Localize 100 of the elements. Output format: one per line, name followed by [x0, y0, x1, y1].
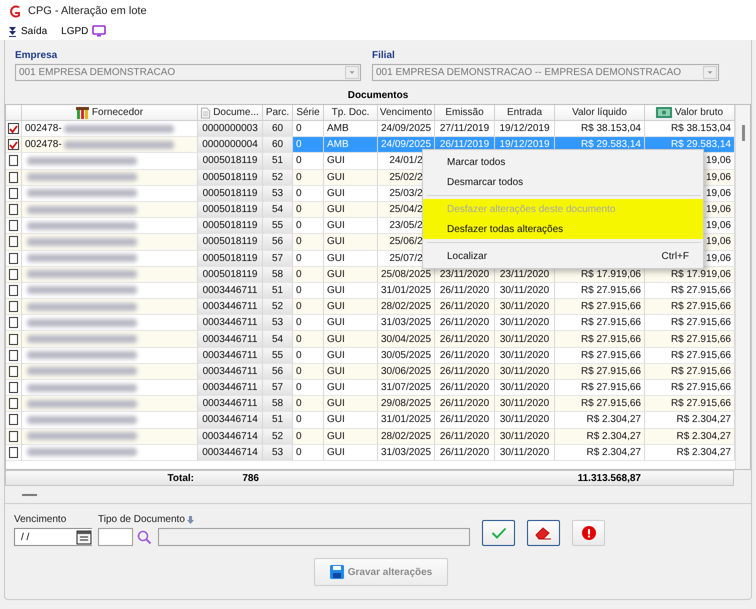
column-header[interactable]: Série	[293, 105, 324, 120]
doc-type-cell: GUI	[324, 444, 378, 461]
document-cell: 0003446711	[198, 331, 263, 348]
field-label: Vencimento	[14, 514, 68, 525]
column-header[interactable]: Fornecedor	[22, 105, 198, 120]
supplier-code: 002478-	[25, 139, 62, 150]
row-checkbox[interactable]	[9, 414, 18, 426]
document-cell: 0005018119	[198, 202, 263, 218]
due-date-field[interactable]: / /	[14, 528, 92, 546]
field-label: Filial	[372, 50, 396, 61]
row-checkbox[interactable]	[9, 252, 18, 264]
column-header[interactable]: Docume...	[198, 105, 263, 120]
doc-type-field[interactable]	[98, 528, 133, 546]
column-header[interactable]: Valor líquido	[555, 105, 645, 120]
row-checkbox[interactable]	[9, 268, 18, 280]
document-cell: 0005018119	[198, 266, 263, 283]
installment-cell: 53	[263, 186, 293, 202]
installment-cell: 58	[263, 396, 293, 412]
column-header[interactable]: Valor bruto	[645, 105, 735, 120]
document-cell: 0003446711	[198, 348, 263, 364]
installment-cell: 51	[263, 412, 293, 429]
installment-cell: 54	[263, 202, 293, 218]
document-cell: 0003446711	[198, 315, 263, 332]
doc-type-cell: AMB	[324, 137, 378, 154]
splitter-handle[interactable]	[22, 494, 37, 496]
document-cell: 0005018119	[198, 153, 263, 170]
calendar-icon	[76, 529, 92, 545]
document-cell: 0005018119	[198, 234, 263, 250]
row-checkbox[interactable]	[9, 284, 18, 296]
column-header[interactable]: Emissão	[435, 105, 495, 120]
document-cell: 0000000003	[198, 121, 263, 138]
eraser-icon	[534, 526, 552, 540]
row-checkbox[interactable]	[9, 172, 18, 183]
installment-cell: 57	[263, 250, 293, 267]
document-cell: 0003446714	[198, 428, 263, 445]
document-cell: 0005018119	[198, 186, 263, 202]
due-date-cell: 24/09/2025	[378, 137, 435, 154]
column-header[interactable]: Parc.	[263, 105, 293, 120]
lgpd-button[interactable]: LGPD	[61, 25, 106, 37]
row-checkbox[interactable]	[9, 204, 18, 216]
row-checkbox[interactable]	[9, 334, 18, 345]
document-cell: 0003446714	[198, 412, 263, 429]
due-date-cell: 31/03/2025	[378, 444, 435, 461]
row-checkbox[interactable]	[9, 430, 18, 442]
installment-cell: 60	[263, 121, 293, 138]
app-logo-icon	[8, 4, 22, 18]
installment-cell: 52	[263, 428, 293, 445]
series-cell: 0	[293, 444, 324, 461]
installment-cell: 51	[263, 153, 293, 170]
row-checkbox[interactable]	[9, 398, 18, 410]
document-cell: 0003446714	[198, 444, 263, 461]
row-checkbox[interactable]	[9, 382, 18, 394]
row-checkbox[interactable]	[9, 317, 18, 328]
clear-button[interactable]	[527, 520, 560, 546]
column-header[interactable]: Tp. Doc.	[324, 105, 378, 120]
row-checkbox[interactable]	[8, 123, 19, 134]
field-label: Empresa	[15, 50, 58, 61]
column-header[interactable]: Vencimento	[378, 105, 435, 120]
installment-cell: 58	[263, 266, 293, 283]
issue-date-cell: 26/11/2020	[435, 444, 495, 461]
row-checkbox[interactable]	[9, 220, 18, 232]
row-checkbox[interactable]	[9, 366, 18, 377]
columns-icon	[76, 106, 89, 118]
error-button[interactable]	[572, 520, 605, 546]
installment-cell: 51	[263, 282, 293, 300]
row-checkbox[interactable]	[9, 301, 18, 312]
row-checkbox[interactable]	[8, 139, 19, 150]
installment-cell: 57	[263, 380, 293, 396]
document-cell: 0003446711	[198, 380, 263, 396]
document-cell: 0005018119	[198, 170, 263, 186]
double-arrow-down-icon	[8, 26, 17, 36]
search-icon[interactable]	[137, 530, 152, 544]
total-amount: 11.313.568,87	[576, 472, 642, 485]
document-cell: 0003446711	[198, 282, 263, 300]
document-cell: 0003446711	[198, 299, 263, 316]
row-checkbox[interactable]	[9, 446, 18, 458]
row-checkbox[interactable]	[9, 236, 18, 248]
scrollbar-thumb[interactable]	[742, 125, 744, 141]
dropdown-caret-icon	[345, 66, 359, 79]
row-checkbox[interactable]	[9, 155, 18, 166]
document-cell: 0005018119	[198, 218, 263, 234]
row-checkbox[interactable]	[9, 188, 18, 199]
exit-button[interactable]: Saída	[8, 26, 48, 36]
document-icon	[201, 106, 210, 118]
menu-item[interactable]: Desfazer todas alterações	[423, 219, 703, 239]
installment-cell: 60	[263, 137, 293, 154]
installment-cell: 53	[263, 315, 293, 332]
installment-cell: 52	[263, 170, 293, 186]
checkmark-icon	[490, 527, 506, 539]
column-header[interactable]: Entrada	[495, 105, 555, 120]
total-count: 786	[241, 472, 260, 485]
doc-type-description-field[interactable]	[158, 528, 470, 546]
confirm-button[interactable]	[482, 520, 515, 546]
installment-cell: 53	[263, 444, 293, 461]
series-cell: 0	[293, 137, 324, 154]
supplier-code: 002478-	[25, 123, 62, 134]
installment-cell: 52	[263, 299, 293, 316]
grid-title: Documentos	[346, 90, 410, 101]
row-checkbox[interactable]	[9, 350, 18, 361]
entry-date-cell: 30/11/2020	[495, 444, 555, 461]
